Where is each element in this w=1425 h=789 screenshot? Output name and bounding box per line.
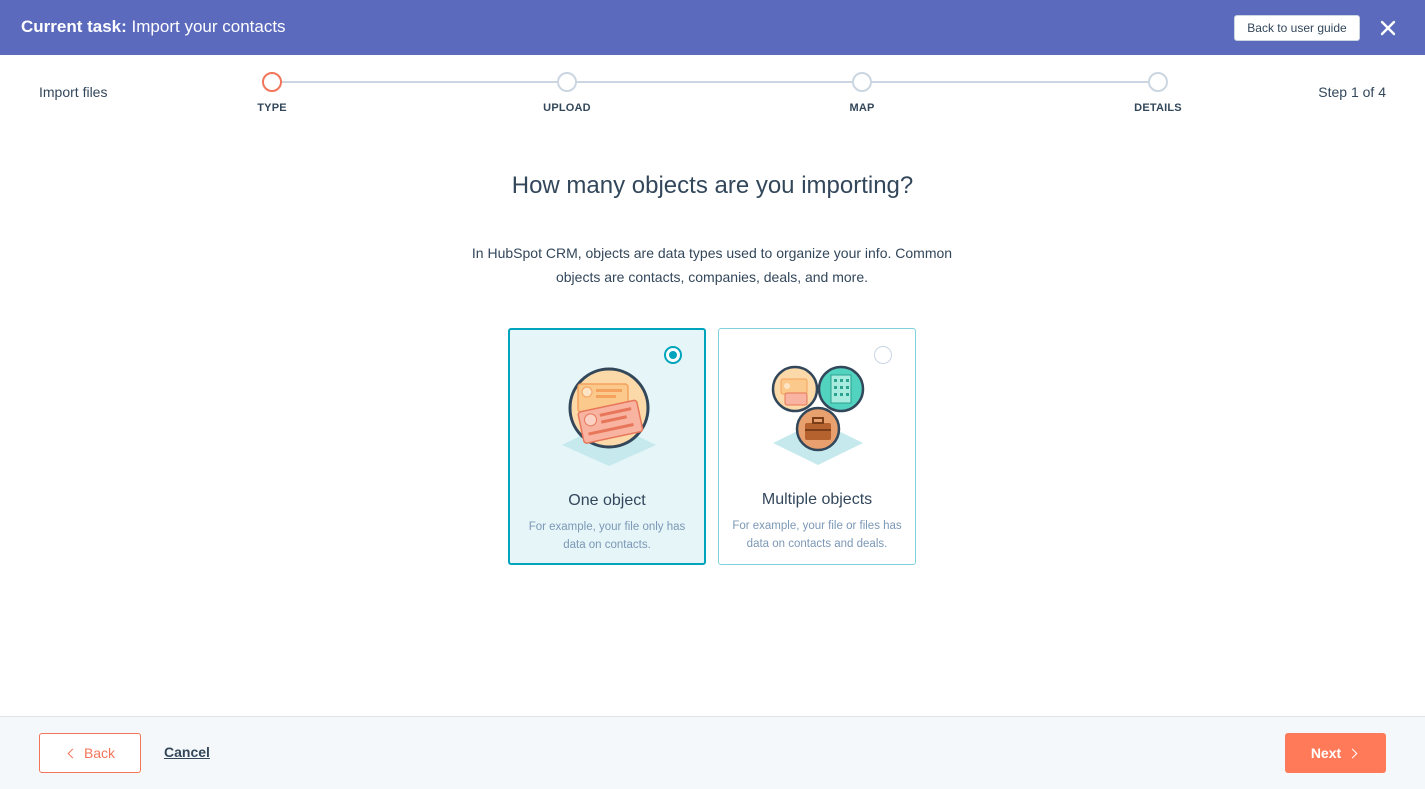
step-type-indicator: [262, 72, 282, 92]
import-files-title: Import files: [39, 84, 108, 100]
multiple-objects-radio[interactable]: [874, 346, 892, 364]
one-object-subtitle: For example, your file only has data on …: [528, 521, 686, 551]
back-to-user-guide-button[interactable]: Back to user guide: [1234, 15, 1360, 41]
step-type-label: TYPE: [257, 102, 287, 114]
one-object-title: One object: [568, 492, 646, 509]
multiple-objects-subtitle: For example, your file or files has data…: [732, 520, 902, 550]
current-task-title: Current task: Import your contacts: [21, 17, 286, 37]
close-icon[interactable]: [1376, 16, 1400, 40]
chevron-right-icon: [1347, 748, 1358, 758]
cancel-link[interactable]: Cancel: [164, 744, 210, 760]
task-bar: Current task: Import your contacts Back …: [0, 0, 1425, 55]
option-multiple-objects-card[interactable]: Multiple objects For example, your file …: [718, 328, 916, 565]
stepper-track: [272, 81, 1158, 83]
step-upload-label: UPLOAD: [543, 102, 591, 114]
option-one-object-card[interactable]: One object For example, your file only h…: [508, 328, 706, 565]
page-heading: How many objects are you importing?: [511, 172, 914, 199]
chevron-left-icon: [67, 748, 78, 758]
step-upload-indicator: [557, 72, 577, 92]
step-map-indicator: [852, 72, 872, 92]
back-button-label: Back: [83, 745, 116, 761]
back-button[interactable]: Back: [39, 733, 141, 773]
next-button-label: Next: [1310, 745, 1342, 761]
current-task-name: Import your contacts: [131, 17, 286, 36]
one-object-radio[interactable]: [664, 346, 682, 364]
current-task-label: Current task:: [21, 17, 127, 36]
multiple-objects-title: Multiple objects: [761, 491, 873, 508]
radio-selected-dot: [669, 351, 677, 359]
page-description: In HubSpot CRM, objects are data types u…: [471, 245, 953, 285]
step-map-label: MAP: [849, 102, 875, 114]
next-button[interactable]: Next: [1285, 733, 1386, 773]
multiple-objects-icon: [771, 365, 865, 465]
footer-bar: [0, 716, 1425, 789]
contact-card-icon: [562, 367, 656, 466]
step-counter: Step 1 of 4: [1318, 84, 1386, 100]
step-details-label: DETAILS: [1134, 102, 1182, 114]
step-details-indicator: [1148, 72, 1168, 92]
